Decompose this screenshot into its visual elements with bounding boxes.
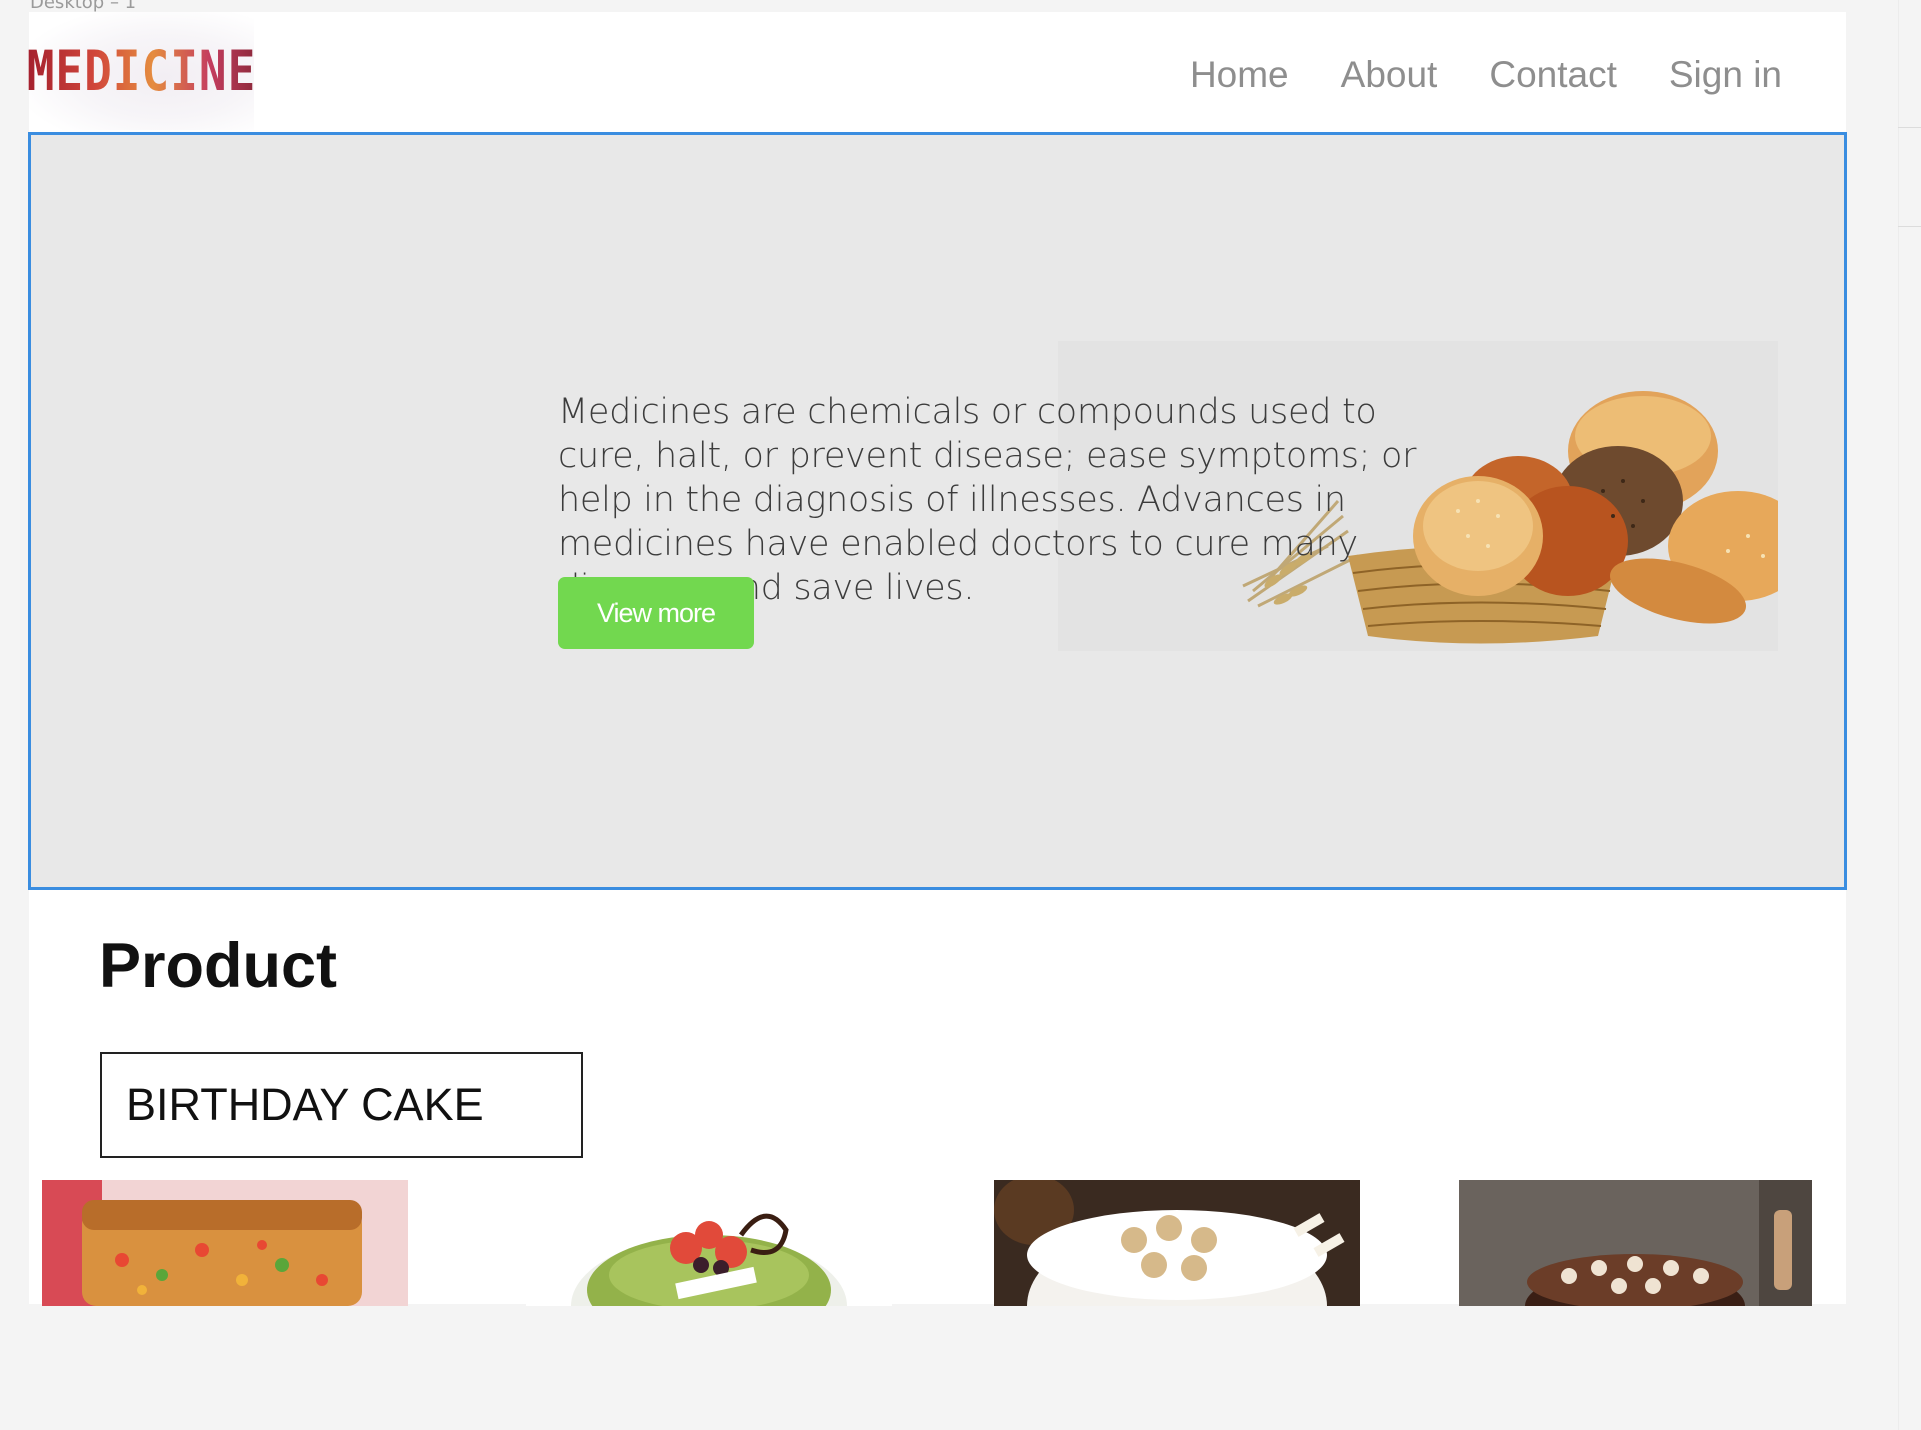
view-more-button[interactable]: View more [558, 577, 754, 649]
panel-divider [1898, 0, 1899, 1430]
nav-contact[interactable]: Contact [1489, 54, 1617, 96]
logo[interactable]: MEDICINE [26, 12, 257, 130]
hero-section[interactable]: Medicines are chemicals or compounds use… [28, 132, 1847, 890]
nav-home[interactable]: Home [1190, 54, 1289, 96]
green-tea-cake-image[interactable] [526, 1180, 892, 1306]
category-birthday-cake[interactable]: BIRTHDAY CAKE [100, 1052, 583, 1158]
panel-divider [1898, 127, 1921, 128]
chocolate-cake-image[interactable] [1459, 1180, 1812, 1306]
logo-text: MEDICINE [26, 38, 257, 104]
artboard: MEDICINE Home About Contact Sign in Medi… [26, 12, 1847, 1306]
coconut-cake-image[interactable] [994, 1180, 1360, 1306]
product-heading: Product [99, 931, 338, 1001]
fruit-cake-image[interactable] [42, 1180, 408, 1306]
main-nav: Home About Contact Sign in [1138, 54, 1782, 96]
nav-about[interactable]: About [1341, 54, 1438, 96]
nav-sign-in[interactable]: Sign in [1669, 54, 1782, 96]
panel-divider [1898, 226, 1921, 227]
